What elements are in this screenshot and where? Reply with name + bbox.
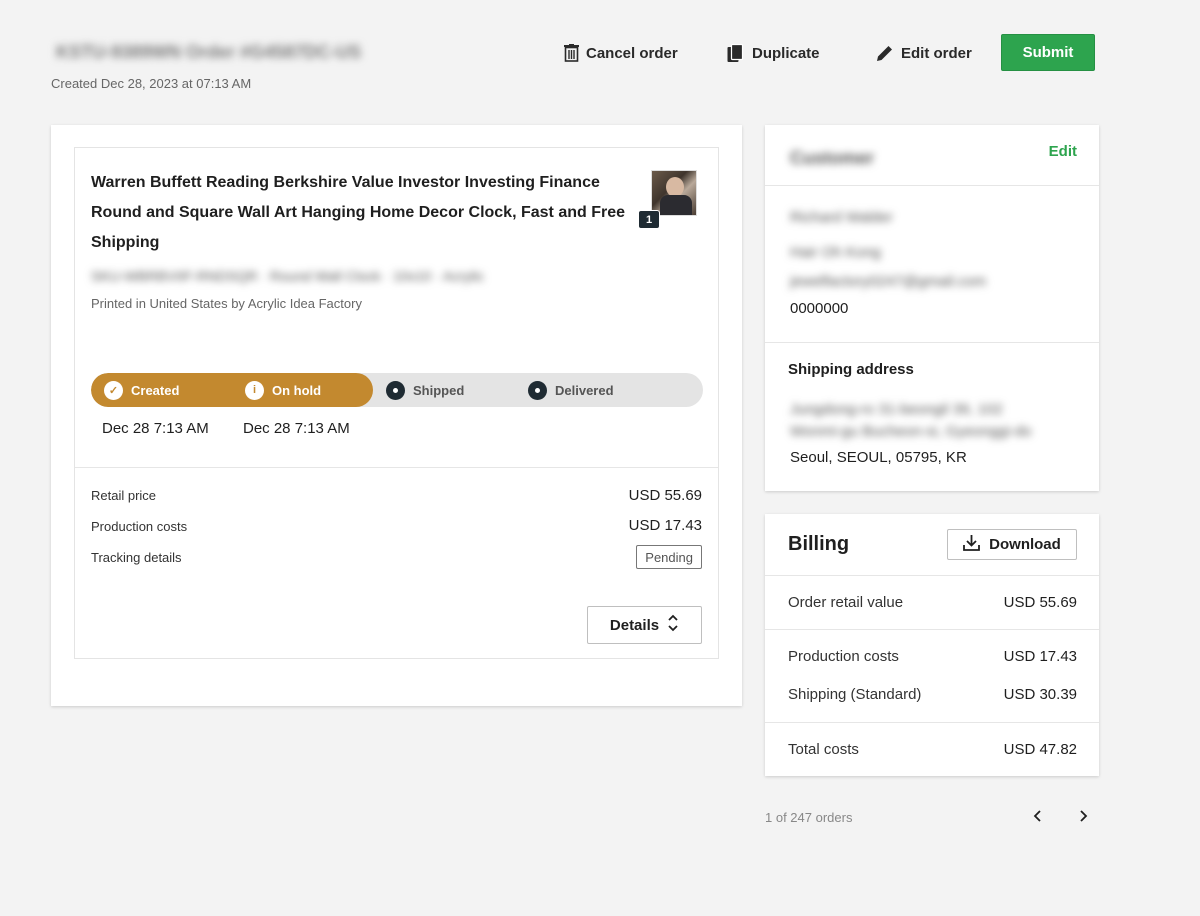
divider (75, 467, 718, 468)
edit-customer-link[interactable]: Edit (1049, 143, 1077, 160)
edit-order-button[interactable]: Edit order (876, 40, 972, 66)
tracking-details-label: Tracking details (91, 550, 182, 565)
details-button[interactable]: Details (587, 606, 702, 644)
details-label: Details (609, 616, 660, 634)
pending-dot-icon (528, 380, 547, 400)
order-retail-value: USD 55.69 (1003, 594, 1077, 611)
order-status-tracker: ✓ Created i On hold Shipped Delivered (91, 373, 703, 407)
line-item: Warren Buffett Reading Berkshire Value I… (74, 147, 719, 659)
step-created-label: Created (131, 382, 180, 398)
duplicate-label: Duplicate (752, 44, 820, 62)
tracking-status-badge: Pending (636, 545, 702, 569)
product-sku: SKU-WBRBVIIF-RNDSQR · Round Wall Clock ·… (91, 268, 485, 284)
production-costs-label: Production costs (91, 519, 188, 534)
expand-collapse-icon (667, 613, 679, 637)
step-created: ✓ Created (104, 373, 179, 407)
customer-name: Richard Walder (790, 209, 893, 226)
pending-dot-icon (386, 380, 405, 400)
pagination-count: 1 of 247 orders (765, 810, 853, 825)
chevron-right-icon (1078, 809, 1088, 828)
created-timestamp: Created Dec 28, 2023 at 07:13 AM (51, 76, 252, 91)
info-circle-icon: i (245, 380, 264, 400)
address-line-1: Jungdong-ro 31-beongil 39, 102 (790, 401, 1003, 418)
order-item-card: Warren Buffett Reading Berkshire Value I… (51, 125, 742, 706)
step-delivered-label: Delivered (555, 382, 614, 398)
address-line-2: Wonmi-gu Bucheon-si, Gyeonggi-do (790, 423, 1032, 440)
step-delivered: Delivered (528, 373, 614, 407)
total-costs-value: USD 47.82 (1003, 741, 1077, 758)
divider (765, 342, 1099, 343)
chevron-left-icon (1033, 809, 1043, 828)
download-label: Download (989, 536, 1061, 553)
submit-button[interactable]: Submit (1001, 34, 1095, 71)
step-on-hold-label: On hold (272, 382, 322, 398)
order-retail-value-label: Order retail value (788, 594, 904, 611)
check-circle-icon: ✓ (104, 380, 123, 400)
billing-card: Billing Download Order retail value USD … (765, 514, 1099, 776)
retail-price-label: Retail price (91, 488, 157, 503)
cancel-order-label: Cancel order (586, 44, 678, 62)
download-button[interactable]: Download (947, 529, 1077, 560)
billing-production-value: USD 17.43 (1003, 648, 1077, 665)
divider (765, 185, 1099, 186)
duplicate-button[interactable]: Duplicate (727, 40, 820, 66)
step-on-hold-date: Dec 28 7:13 AM (243, 420, 350, 437)
fulfillment-info: Printed in United States by Acrylic Idea… (91, 296, 362, 311)
step-created-date: Dec 28 7:13 AM (102, 420, 209, 437)
next-order-button[interactable] (1071, 806, 1095, 830)
divider (765, 629, 1099, 630)
total-costs-label: Total costs (788, 741, 859, 758)
copy-icon (727, 43, 745, 63)
product-thumbnail[interactable] (651, 170, 697, 216)
divider (765, 575, 1099, 576)
product-title: Warren Buffett Reading Berkshire Value I… (91, 174, 625, 251)
download-icon (963, 534, 981, 555)
cancel-order-button[interactable]: Cancel order (564, 40, 678, 66)
edit-order-label: Edit order (901, 44, 972, 62)
billing-title: Billing (788, 533, 850, 555)
shipping-address-title: Shipping address (788, 361, 914, 378)
customer-title: Customer (790, 148, 875, 168)
quantity-badge: 1 (638, 210, 660, 229)
order-title: KSTU-9389WN Order #G4587DC-US (56, 42, 362, 62)
previous-order-button[interactable] (1026, 806, 1050, 830)
step-shipped: Shipped (386, 373, 464, 407)
step-on-hold: i On hold (245, 373, 321, 407)
address-city: Seoul, SEOUL, 05795, KR (790, 449, 967, 466)
customer-email: jewelfactory0247@gmail.com (790, 273, 987, 290)
retail-price-value: USD 55.69 (628, 487, 702, 504)
shipping-cost-label: Shipping (Standard) (788, 686, 922, 703)
billing-production-label: Production costs (788, 648, 899, 665)
customer-company: Hair Oh Kong (790, 244, 881, 261)
trash-icon (564, 44, 579, 62)
divider (765, 722, 1099, 723)
production-costs-value: USD 17.43 (628, 517, 702, 534)
step-shipped-label: Shipped (413, 382, 465, 398)
shipping-cost-value: USD 30.39 (1003, 686, 1077, 703)
customer-phone: 0000000 (790, 300, 849, 317)
pencil-icon (876, 44, 894, 62)
customer-card: Customer Edit Richard Walder Hair Oh Kon… (765, 125, 1099, 491)
